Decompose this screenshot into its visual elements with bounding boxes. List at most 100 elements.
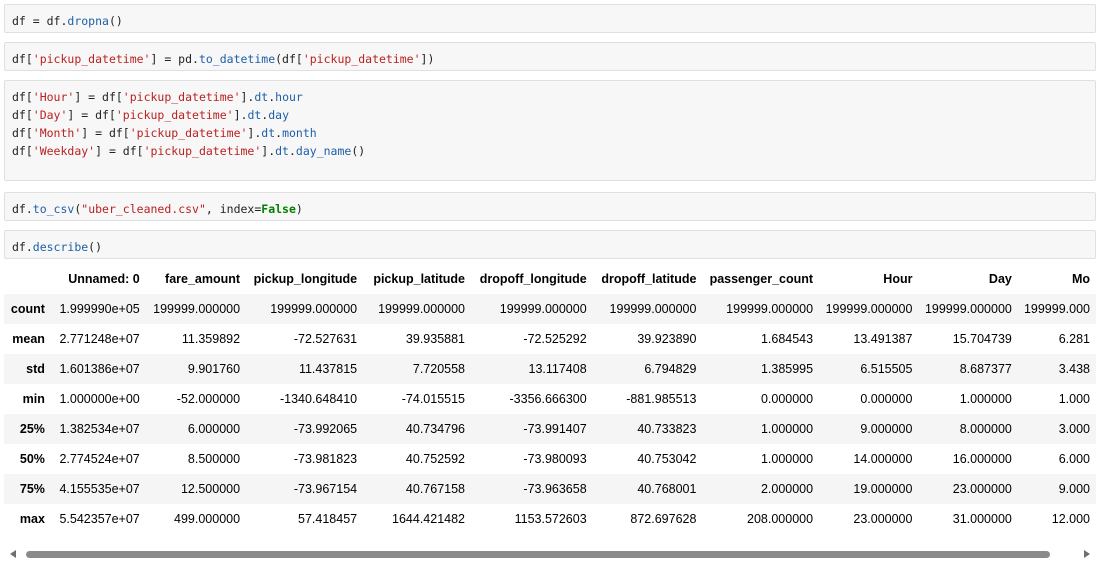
code-token: 'Day' [32,108,68,122]
row-label: 75% [19,482,45,496]
row-label: max [19,512,45,526]
table-cell: 40.753042 [637,452,697,466]
code-token: 'Month' [32,126,82,140]
code-token: 'Hour' [32,90,75,104]
table-cell: 12.500000 [180,482,241,496]
table-header-row: Unnamed: 0 fare_amount pickup_longitude pic… [4,264,1096,294]
scrollbar-thumb[interactable] [26,551,1050,558]
code-token: df = df. [12,14,68,28]
table-cell: -73.980093 [523,452,587,466]
code-line: df['Month'] = df['pickup_datetime'].dt.m… [12,124,1088,142]
table-cell: 1.000000e+00 [59,392,140,406]
code-token: () [88,240,103,254]
code-token: day_name [295,144,352,158]
code-token: ] = pd. [150,52,199,66]
code-token: () [351,144,366,158]
code-line: df = df.dropna() [12,12,1088,30]
table-cell: 199999.000000 [499,302,587,316]
code-line: df['Hour'] = df['pickup_datetime'].dt.ho… [12,88,1088,106]
row-label: std [26,362,45,376]
table-cell: 40.733823 [637,422,697,436]
code-cell-1[interactable]: df = df.dropna() [4,4,1096,33]
table-cell: 11.359892 [181,332,241,346]
table-cell: 7.720558 [412,362,466,376]
code-token: 'pickup_datetime' [302,52,421,66]
column-header: Mo [1071,272,1090,286]
code-token: ] = df[ [67,108,116,122]
table-cell: 16.000000 [952,452,1012,466]
table-cell: -74.015515 [401,392,466,406]
column-header: dropoff_longitude [479,272,587,286]
code-token: ]) [420,52,435,66]
table-cell: 1.000 [1058,392,1090,406]
code-token: month [282,126,317,140]
table-cell: 208.000000 [747,512,814,526]
code-cell-5[interactable]: df.describe() [4,230,1096,259]
code-token: 'pickup_datetime' [143,144,262,158]
table-cell: 1.382534e+07 [59,422,140,436]
code-token: "uber_cleaned.csv" [81,202,206,216]
code-token: to_csv [32,202,75,216]
table-cell: 40.767158 [405,482,466,496]
code-token: (df[ [275,52,303,66]
code-token: dt [254,90,269,104]
table-row: 50% 2.774524e+07 8.500000 -73.981823 40.7525… [4,444,1096,474]
table-cell: -73.967154 [293,482,358,496]
code-token: dt [275,144,289,158]
code-line: df.to_csv("uber_cleaned.csv", index=Fals… [12,200,1088,218]
row-label: 50% [19,452,45,466]
scroll-right-arrow-icon[interactable] [1084,550,1090,558]
table-cell: 6.000000 [187,422,241,436]
table-cell: 199999.000000 [153,302,241,316]
code-token: df[ [12,108,33,122]
code-cell-2[interactable]: df[ 'pickup_datetime' ] = pd.to_datetime(d… [4,42,1096,71]
code-token: 'Weekday' [32,144,96,158]
code-cell-3[interactable]: df['Hour'] = df['pickup_datetime'].dt.ho… [4,80,1096,181]
table-cell: 1.385995 [760,362,814,376]
column-header: dropoff_latitude [601,272,697,286]
table-row: max 5.542357e+07 499.000000 57.418457 1644.4… [4,504,1096,534]
table-cell: 5.542357e+07 [59,512,140,526]
table-cell: 199999.000000 [270,302,358,316]
table-cell: 0.000000 [860,392,913,406]
table-cell: 1153.572603 [514,512,587,526]
table-cell: 1.684543 [760,332,814,346]
code-token: ] = df[ [74,90,123,104]
row-label: min [22,392,45,406]
column-header: passenger_count [709,272,814,286]
column-header: pickup_longitude [253,272,358,286]
table-cell: 6.000 [1058,452,1090,466]
table-cell: 2.774524e+07 [59,452,140,466]
code-token: to_datetime [198,52,276,66]
table-cell: 6.281 [1058,332,1090,346]
table-cell: 2.771248e+07 [59,332,140,346]
table-cell: -881.985513 [626,392,697,406]
code-cell-4[interactable]: df.to_csv("uber_cleaned.csv", index=Fals… [4,192,1096,221]
table-cell: 13.491387 [853,332,913,346]
row-label: 25% [19,422,45,436]
table-cell: 11.437815 [298,362,358,376]
table-row: count 1.999990e+05 199999.000000 199999.000… [4,294,1096,324]
table-cell: 6.515505 [860,362,913,376]
table-cell: 57.418457 [298,512,358,526]
code-token: 'pickup_datetime' [129,126,248,140]
table-cell: 4.155535e+07 [59,482,140,496]
scroll-left-arrow-icon[interactable] [10,550,16,558]
table-cell: 12.000 [1051,512,1090,526]
table-cell: 3.000 [1058,422,1090,436]
describe-table: Unnamed: 0 fare_amount pickup_longitude pic… [4,264,1096,534]
index-header [4,264,51,294]
table-cell: -1340.648410 [279,392,358,406]
code-token: describe [32,240,89,254]
table-cell: 8.000000 [959,422,1012,436]
table-cell: 199999.000000 [924,302,1012,316]
table-cell: 1.000000 [959,392,1012,406]
column-header: fare_amount [165,272,241,286]
horizontal-scrollbar[interactable] [4,547,1096,563]
table-cell: 31.000000 [952,512,1012,526]
code-token: 'pickup_datetime' [115,108,234,122]
code-line: df['Weekday'] = df['pickup_datetime'].dt… [12,142,1088,160]
table-cell: 40.768001 [637,482,697,496]
code-token: ] = df[ [81,126,130,140]
code-token: df[ [12,52,33,66]
